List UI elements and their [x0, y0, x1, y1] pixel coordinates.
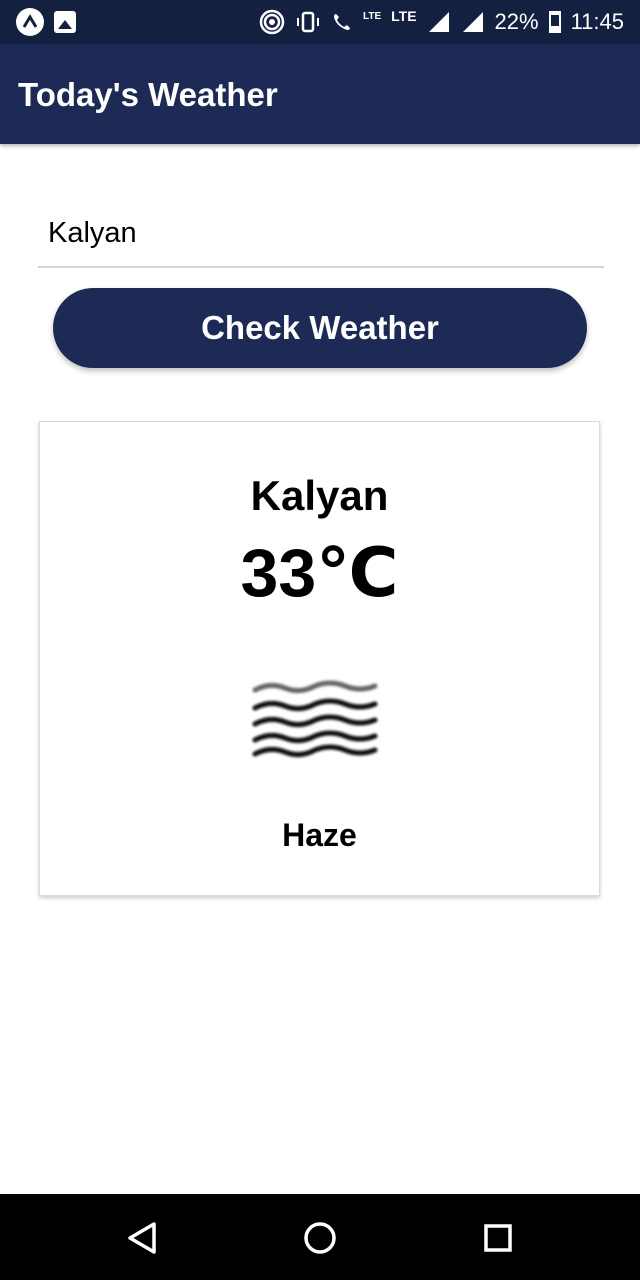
back-icon [128, 1222, 156, 1254]
recents-icon [484, 1224, 512, 1252]
phone-call-icon [333, 14, 350, 30]
caret-icon [22, 14, 38, 28]
city-input[interactable] [38, 200, 604, 268]
navigation-bar [0, 1194, 640, 1280]
weather-description: Haze [282, 817, 357, 853]
battery-icon [548, 11, 561, 33]
app-notification-icon [16, 8, 44, 36]
home-button[interactable] [296, 1214, 344, 1262]
page-title: Today's Weather [18, 76, 278, 113]
back-button[interactable] [118, 1214, 166, 1262]
haze-icon [252, 680, 378, 758]
signal-icon-2 [462, 12, 483, 32]
weather-city: Kalyan [250, 472, 389, 519]
home-icon [304, 1222, 336, 1254]
status-left-icons [16, 8, 76, 36]
battery-percent: 22% [494, 9, 539, 34]
clock: 11:45 [570, 9, 624, 34]
lte-call-label: LTE [362, 10, 382, 22]
signal-icon [428, 12, 449, 32]
lte-label: LTE [391, 8, 417, 24]
weather-card: Kalyan 33℃ Haze [39, 421, 600, 896]
recents-button[interactable] [474, 1214, 522, 1262]
check-weather-button[interactable]: Check Weather [53, 288, 587, 368]
status-bar: LTE LTE 22% 11:45 [0, 0, 640, 44]
hotspot-icon [259, 9, 285, 35]
vibrate-icon [296, 11, 319, 33]
app-bar: Today's Weather [0, 44, 640, 144]
image-icon [54, 11, 76, 33]
status-right-icons: LTE LTE 22% 11:45 [259, 0, 624, 44]
weather-temperature: 33℃ [240, 535, 399, 611]
